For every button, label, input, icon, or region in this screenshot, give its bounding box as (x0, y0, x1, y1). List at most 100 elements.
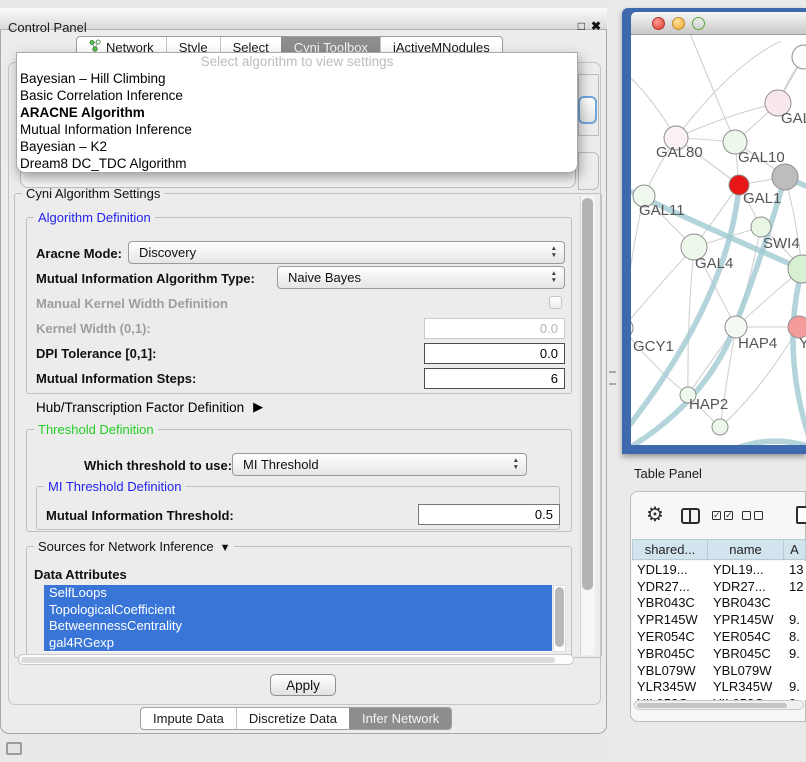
network-graph: GALGAL80GAL10GAL1GAL11SWI4GAL4GCY1HAP4YH… (631, 35, 806, 445)
hub-definition-expander[interactable]: Hub/Transcription Factor Definition ▶ (36, 399, 263, 415)
table-hscroll-thumb[interactable] (637, 703, 787, 708)
aracne-mode-select[interactable]: Discovery ▲▼ (128, 241, 565, 264)
network-node[interactable] (792, 45, 806, 69)
table-panel-title: Table Panel (634, 466, 702, 481)
network-edge-highlighted (681, 441, 806, 445)
network-node-label: GAL10 (738, 149, 785, 166)
network-node-label: GCY1 (633, 338, 674, 355)
table-row[interactable]: YBR043CYBR043C (632, 595, 806, 612)
network-canvas[interactable]: GALGAL80GAL10GAL1GAL11SWI4GAL4GCY1HAP4YH… (631, 35, 806, 445)
algorithm-option-dream8-dc-tdc-algorithm[interactable]: Dream8 DC_TDC Algorithm (17, 155, 577, 172)
algorithm-option-aracne-algorithm[interactable]: ARACNE Algorithm (17, 104, 577, 121)
column-header-name[interactable]: name (708, 539, 784, 560)
table-row[interactable]: YDR27...YDR27...12 (632, 578, 806, 595)
background-groupbox-fragment-2 (578, 152, 599, 190)
network-node[interactable] (631, 318, 633, 338)
table-row[interactable]: YBL079WYBL079W (632, 662, 806, 679)
algorithm-dropdown-items: Bayesian – Hill ClimbingBasic Correlatio… (17, 70, 577, 172)
table-cell: 8. (784, 629, 806, 644)
sources-title-row[interactable]: Sources for Network Inference ▼ (34, 539, 234, 554)
settings-hscroll-thumb[interactable] (21, 657, 555, 663)
data-attribute-item-selfloops[interactable]: SelfLoops (44, 585, 552, 602)
column-header-shared[interactable]: shared... (632, 539, 708, 560)
background-combo-fragment (578, 96, 597, 124)
network-node-label: HAP4 (738, 335, 777, 352)
close-traffic-light-icon[interactable] (652, 17, 665, 30)
mi-type-select[interactable]: Naive Bayes ▲▼ (277, 266, 565, 289)
dpi-tolerance-label: DPI Tolerance [0,1]: (36, 346, 156, 361)
table-cell: YBL079W (708, 663, 784, 678)
table-cell: YDR27... (708, 579, 784, 594)
algorithm-option-basic-correlation-inference[interactable]: Basic Correlation Inference (17, 87, 577, 104)
table-hscroll-track[interactable] (634, 700, 804, 710)
expander-arrow-icon: ▶ (253, 399, 263, 415)
splitter-handle[interactable] (609, 371, 616, 385)
table-row[interactable]: YLR345WYLR345W9. (632, 679, 806, 696)
attr-list-vscroll-thumb[interactable] (555, 587, 564, 647)
network-node[interactable] (772, 164, 798, 190)
resize-grip[interactable] (6, 742, 22, 755)
table-header: shared...nameA (632, 539, 806, 560)
algorithm-option-bayesian-hill-climbing[interactable]: Bayesian – Hill Climbing (17, 70, 577, 87)
mi-steps-field[interactable]: 6 (424, 368, 565, 389)
data-attribute-item-gal4rgexp[interactable]: gal4RGexp (44, 635, 552, 652)
kernel-width-field[interactable]: 0.0 (424, 318, 565, 339)
zoom-traffic-light-icon[interactable] (692, 17, 705, 30)
sources-title: Sources for Network Inference (38, 539, 214, 554)
settings-hscroll-track[interactable] (18, 654, 574, 665)
network-node-label: GAL80 (656, 144, 703, 161)
mi-threshold-field[interactable]: 0.5 (418, 504, 560, 525)
mi-threshold-label: Mutual Information Threshold: (46, 508, 234, 523)
tab-impute-data[interactable]: Impute Data (141, 708, 236, 729)
stepper-icon: ▲▼ (551, 271, 557, 284)
collapse-arrow-icon: ▼ (220, 542, 231, 554)
network-edge (631, 247, 694, 328)
algorithm-option-mutual-information-inference[interactable]: Mutual Information Inference (17, 121, 577, 138)
mi-type-value: Naive Bayes (288, 270, 361, 285)
gear-icon[interactable]: ⚙ (646, 505, 664, 525)
table-row[interactable]: YBR045CYBR045C9. (632, 645, 806, 662)
select-all-columns-icon[interactable]: ✓✓ (712, 511, 733, 520)
table-cell: YBR043C (632, 595, 708, 610)
which-threshold-label: Which threshold to use: (84, 458, 232, 473)
table-cell: YPR145W (632, 612, 708, 627)
network-node-label: SWI4 (763, 235, 800, 252)
close-icon[interactable]: ✖ (591, 19, 601, 33)
tab-discretize-data[interactable]: Discretize Data (236, 708, 349, 729)
which-threshold-select[interactable]: MI Threshold ▲▼ (232, 453, 527, 476)
manual-kernel-checkbox[interactable] (549, 296, 562, 309)
algorithm-option-bayesian-k2[interactable]: Bayesian – K2 (17, 138, 577, 155)
tab-infer-network[interactable]: Infer Network (349, 708, 451, 729)
aracne-mode-label: Aracne Mode: (36, 246, 122, 261)
table-cell: 9. (784, 646, 806, 661)
mi-steps-label: Mutual Information Steps: (36, 371, 196, 386)
new-column-icon[interactable] (796, 506, 806, 524)
table-row[interactable]: YER054CYER054C8. (632, 628, 806, 645)
mi-type-label: Mutual Information Algorithm Type: (36, 271, 255, 286)
data-attribute-item-betweennesscentrality[interactable]: BetweennessCentrality (44, 618, 552, 635)
network-edge (676, 41, 781, 138)
network-node[interactable] (712, 419, 728, 435)
table-cell: YLR345W (708, 679, 784, 694)
settings-vscroll-thumb[interactable] (582, 198, 593, 590)
threshold-definition-title: Threshold Definition (34, 422, 158, 437)
table-row[interactable]: YPR145WYPR145W9. (632, 611, 806, 628)
float-window-icon[interactable]: □ (578, 19, 585, 33)
data-attributes-list[interactable]: SelfLoopsTopologicalCoefficientBetweenne… (44, 585, 552, 652)
table-cell: YPR145W (708, 612, 784, 627)
table-body: YDL19...YDL19...13YDR27...YDR27...12YBR0… (632, 561, 806, 700)
network-edge (688, 247, 694, 395)
deselect-all-columns-icon[interactable] (742, 511, 763, 520)
network-edge-highlighted (793, 269, 806, 437)
minimize-traffic-light-icon[interactable] (672, 17, 685, 30)
table-row[interactable]: YDL19...YDL19...13 (632, 561, 806, 578)
apply-button[interactable]: Apply (270, 674, 336, 696)
tab-label: Infer Network (362, 708, 439, 729)
columns-icon[interactable] (681, 508, 700, 524)
table-cell: 13 (784, 562, 806, 577)
network-node[interactable] (751, 217, 771, 237)
dpi-tolerance-field[interactable]: 0.0 (424, 343, 565, 364)
column-header-a[interactable]: A (784, 539, 806, 560)
data-attribute-item-topologicalcoefficient[interactable]: TopologicalCoefficient (44, 602, 552, 619)
tab-label: Discretize Data (249, 708, 337, 729)
